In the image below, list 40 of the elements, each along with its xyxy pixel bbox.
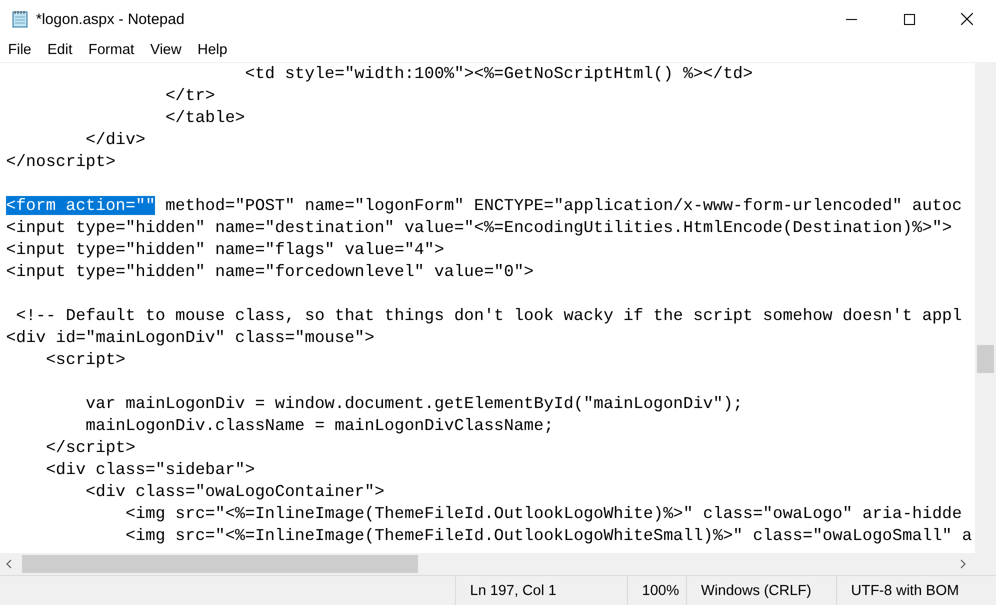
status-text: Ln 197, Col 1 bbox=[455, 576, 627, 605]
scrollbar-thumb[interactable] bbox=[977, 345, 994, 373]
code-line: </noscript> bbox=[6, 151, 116, 173]
code-line: <img src="<%=InlineImage(ThemeFileId.OutlookLogoWhiteSmall)%>" class="owaLogoSmall" a bbox=[124, 525, 972, 547]
close-icon bbox=[961, 13, 973, 25]
code-line: </script> bbox=[44, 437, 136, 459]
code-line: <!-- Default to mouse class, so that things don't look wacky if the script somehow doesn't appl bbox=[14, 305, 962, 327]
code-line: <div class="owaLogoContainer"> bbox=[84, 481, 384, 503]
minimize-icon bbox=[846, 18, 856, 20]
menu-item[interactable]: Format bbox=[80, 42, 142, 58]
code-line: <script> bbox=[44, 349, 126, 371]
code-text: method="POST" name="logonForm" ENCTYPE="application/x-www-form-urlencoded" autoc bbox=[164, 196, 962, 215]
menu-item[interactable]: Help bbox=[189, 42, 236, 58]
menu-item[interactable]: File bbox=[0, 42, 40, 58]
scroll-right-icon bbox=[960, 559, 966, 569]
status-text: 100% bbox=[627, 576, 686, 605]
code-line: <input type="hidden" name="destination" value="<%=EncodingUtilities.HtmlEncode(Destination)%>"> bbox=[6, 217, 952, 239]
code-line: <div class="sidebar"> bbox=[44, 459, 255, 481]
code-line: <input type="hidden" name="flags" value="4"> bbox=[6, 239, 444, 261]
code-line: </tr> bbox=[164, 85, 216, 107]
scrollbar-thumb[interactable] bbox=[22, 555, 418, 573]
status-text: Windows (CRLF) bbox=[686, 576, 836, 605]
vertical-scrollbar[interactable] bbox=[975, 63, 996, 553]
code-line: <img src="<%=InlineImage(ThemeFileId.OutlookLogoWhite)%>" class="owaLogo" aria-hidde bbox=[124, 503, 962, 525]
window-title: *logon.aspx - Notepad bbox=[36, 10, 184, 28]
horizontal-scrollbar[interactable] bbox=[0, 553, 996, 575]
code-line: <div id="mainLogonDiv" class="mouse"> bbox=[6, 327, 374, 349]
scroll-left-icon bbox=[6, 559, 12, 569]
code-line: <td style="width:100%"><%=GetNoScriptHtml() %></td> bbox=[244, 63, 753, 85]
code-line: mainLogonDiv.className = mainLogonDivClassName; bbox=[84, 415, 554, 437]
status-text: UTF-8 with BOM bbox=[836, 576, 996, 605]
code-line: </table> bbox=[164, 107, 245, 129]
code-line: var mainLogonDiv = window.document.getElementById("mainLogonDiv"); bbox=[84, 393, 743, 415]
menu-item[interactable]: View bbox=[142, 42, 190, 58]
maximize-icon bbox=[904, 14, 914, 24]
code-line: </div> bbox=[84, 129, 146, 151]
code-line: <input type="hidden" name="forcedownlevel" value="0"> bbox=[6, 261, 534, 283]
menu-item[interactable]: Edit bbox=[39, 42, 80, 58]
selected-code: <form action="" bbox=[6, 196, 156, 215]
notepad-icon bbox=[10, 9, 30, 29]
